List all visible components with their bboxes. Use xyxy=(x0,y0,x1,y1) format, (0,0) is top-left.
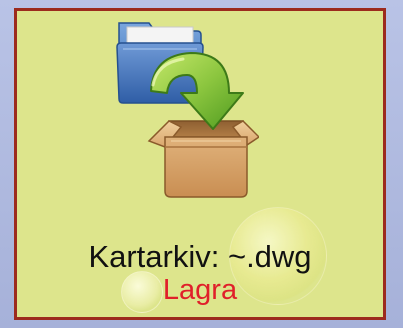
open-box-icon xyxy=(147,120,259,198)
curved-arrow-down-icon xyxy=(150,52,244,130)
archive-caption: Kartarkiv: ~.dwg xyxy=(88,239,312,274)
save-button[interactable]: Lagra xyxy=(17,273,383,307)
archive-panel[interactable]: Kartarkiv: ~.dwg Lagra xyxy=(14,8,386,320)
archive-save-icon[interactable] xyxy=(109,13,259,209)
window-frame: Kartarkiv: ~.dwg Lagra xyxy=(0,0,403,328)
